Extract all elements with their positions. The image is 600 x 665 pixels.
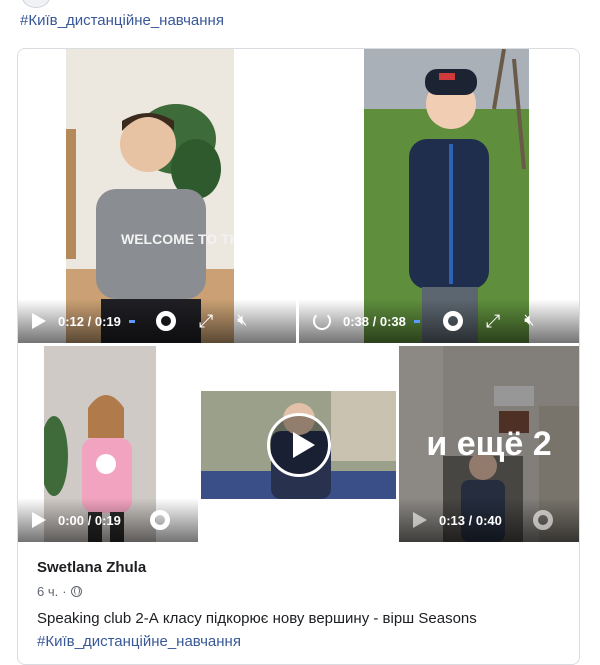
video-time: 0:13 / 0:40: [439, 512, 502, 528]
expand-icon[interactable]: ⤢: [199, 312, 213, 330]
video-tile-3[interactable]: 0:00 / 0:19: [18, 346, 198, 542]
video-time: 0:12 / 0:19: [58, 313, 121, 329]
mute-icon[interactable]: 🔇︎: [524, 313, 534, 329]
gear-icon[interactable]: [442, 310, 464, 332]
replay-icon[interactable]: [313, 312, 331, 330]
top-hashtag-link[interactable]: #Київ_дистанційне_навчання: [20, 12, 224, 29]
avatar[interactable]: [22, 0, 50, 8]
progress-bar[interactable]: [413, 319, 420, 323]
post-time[interactable]: 6 ч.: [37, 584, 58, 599]
video-controls-5: 0:13 / 0:40: [399, 498, 579, 542]
big-play-button[interactable]: [266, 413, 331, 477]
post-meta: 6 ч. ·: [37, 584, 82, 599]
gear-icon[interactable]: [149, 509, 171, 531]
globe-icon: [70, 586, 82, 597]
video-tile-5[interactable]: и ещё 2 0:13 / 0:40: [399, 346, 579, 542]
post-caption: Speaking club 2-А класу підкорює нову ве…: [37, 610, 477, 627]
play-icon[interactable]: [32, 313, 46, 329]
mute-icon[interactable]: 🔇︎: [237, 313, 247, 329]
video-controls-1: 0:12 / 0:19 ⤢ 🔇︎: [18, 299, 296, 343]
video-time: 0:38 / 0:38: [343, 313, 406, 329]
play-icon[interactable]: [32, 512, 46, 528]
author-name[interactable]: Swetlana Zhula: [37, 559, 146, 576]
video-controls-3: 0:00 / 0:19: [18, 498, 198, 542]
post-card: WELCOME TO THE ... 0:12 / 0:19 ⤢ 🔇︎: [17, 48, 580, 665]
shirt-print: WELCOME TO THE ...: [121, 231, 234, 247]
expand-icon[interactable]: ⤢: [486, 312, 500, 330]
play-icon[interactable]: [413, 512, 427, 528]
video-time: 0:00 / 0:19: [58, 512, 121, 528]
gear-icon[interactable]: [155, 310, 177, 332]
meta-separator: ·: [62, 584, 67, 599]
video-thumbnail-4: [201, 391, 396, 499]
more-videos-label: и ещё 2: [426, 424, 552, 463]
video-controls-2: 0:38 / 0:38 ⤢ 🔇︎: [299, 299, 579, 343]
gear-icon[interactable]: [532, 509, 554, 531]
caption-hashtag-link[interactable]: #Київ_дистанційне_навчання: [37, 633, 241, 650]
video-tile-4[interactable]: [201, 346, 396, 542]
progress-bar[interactable]: [128, 319, 135, 323]
video-tile-1[interactable]: WELCOME TO THE ... 0:12 / 0:19 ⤢ 🔇︎: [18, 49, 296, 343]
video-tile-2[interactable]: 0:38 / 0:38 ⤢ 🔇︎: [299, 49, 579, 343]
